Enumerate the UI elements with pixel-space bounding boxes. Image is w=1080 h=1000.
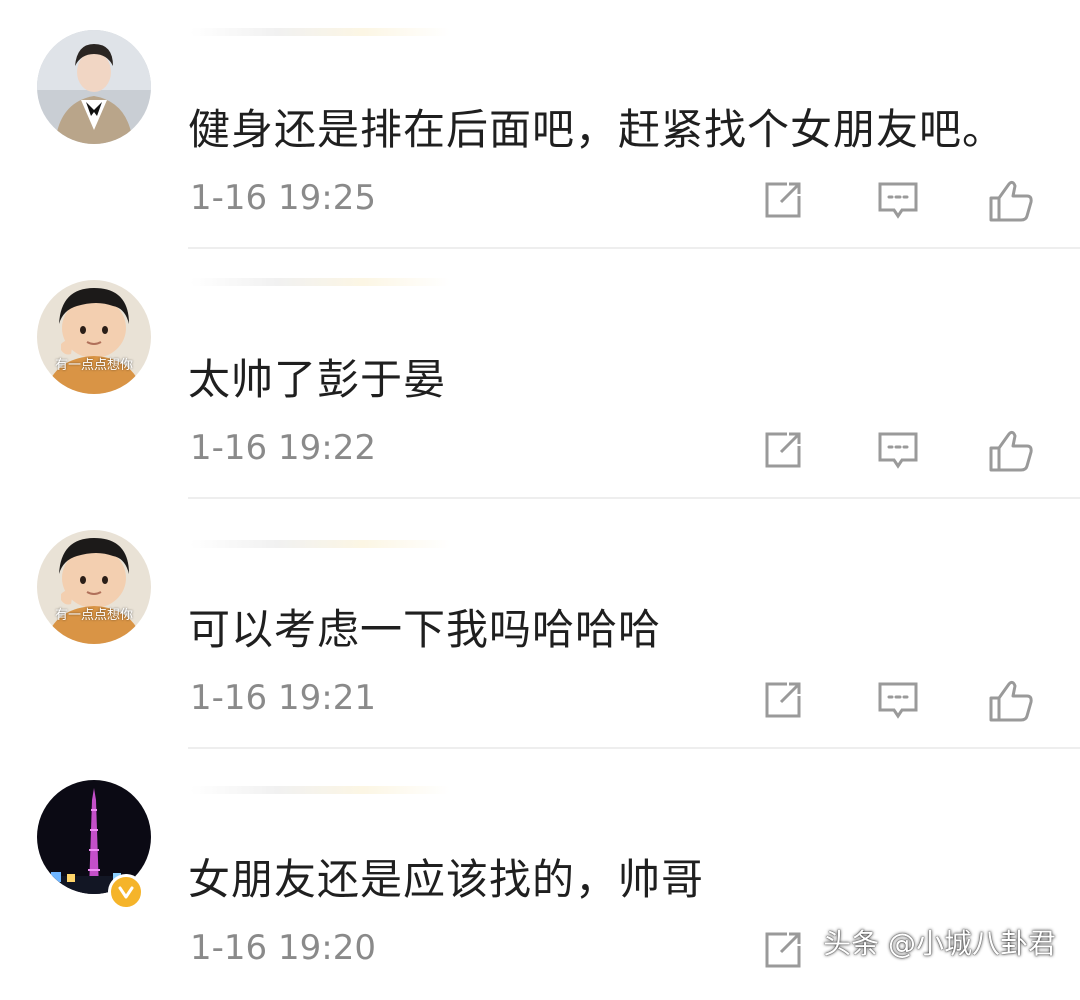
share-icon[interactable] [761, 928, 805, 972]
comment-item: 有一点点想你 太帅了彭于晏 1-16 19:22 [0, 250, 1080, 500]
verified-badge-icon [108, 874, 144, 910]
watermark: 头条 @小城八卦君 [823, 927, 1056, 960]
avatar-caption: 有一点点想你 [54, 608, 133, 623]
comment-icon[interactable] [876, 678, 920, 722]
avatar-caption: 有一点点想你 [54, 358, 133, 373]
divider [188, 747, 1080, 749]
blurred-username [190, 28, 450, 36]
comment-item: 有一点点想你 可以考虑一下我吗哈哈哈 1-16 19:21 [0, 500, 1080, 750]
avatar[interactable] [37, 30, 151, 144]
avatar[interactable]: 有一点点想你 [37, 530, 151, 644]
avatar[interactable]: 有一点点想你 [37, 280, 151, 394]
comment-item: 女朋友还是应该找的，帅哥 1-16 19:20 [0, 750, 1080, 1000]
share-icon[interactable] [761, 428, 805, 472]
blurred-username [190, 540, 450, 548]
thumbs-up-icon[interactable] [987, 678, 1033, 722]
comment-timestamp: 1-16 19:25 [190, 178, 376, 218]
thumbs-up-icon[interactable] [987, 428, 1033, 472]
comment-text: 太帅了彭于晏 [188, 355, 447, 404]
comment-text: 健身还是排在后面吧，赶紧找个女朋友吧。 [188, 105, 1006, 154]
share-icon[interactable] [761, 678, 805, 722]
blurred-username [190, 786, 450, 794]
share-icon[interactable] [761, 178, 805, 222]
divider [188, 497, 1080, 499]
thumbs-up-icon[interactable] [987, 178, 1033, 222]
divider [188, 247, 1080, 249]
comment-text: 可以考虑一下我吗哈哈哈 [188, 605, 662, 654]
comment-text: 女朋友还是应该找的，帅哥 [188, 855, 705, 904]
comment-timestamp: 1-16 19:22 [190, 428, 376, 468]
blurred-username [190, 278, 450, 286]
comment-timestamp: 1-16 19:21 [190, 678, 376, 718]
comment-timestamp: 1-16 19:20 [190, 928, 376, 968]
comment-icon[interactable] [876, 428, 920, 472]
comment-icon[interactable] [876, 178, 920, 222]
comment-item: 健身还是排在后面吧，赶紧找个女朋友吧。 1-16 19:25 [0, 0, 1080, 250]
